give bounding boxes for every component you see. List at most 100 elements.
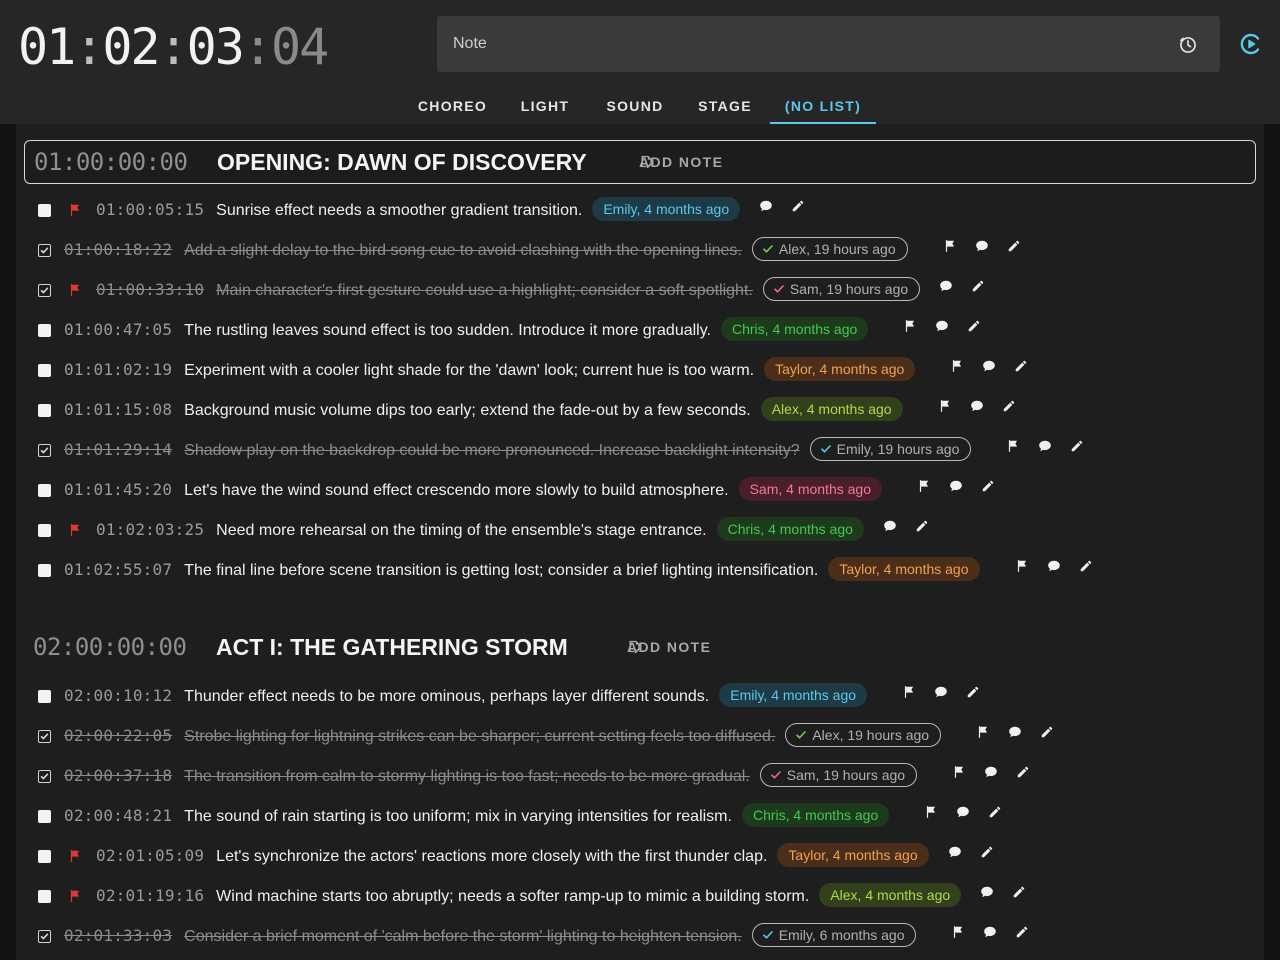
note-text[interactable]: Thunder effect needs to be more ominous,…	[184, 688, 709, 705]
comment-icon[interactable]	[971, 875, 1003, 899]
note-checkbox[interactable]	[38, 444, 51, 457]
comment-icon[interactable]	[961, 389, 993, 413]
note-text[interactable]: Main character's first gesture could use…	[216, 282, 753, 299]
note-text[interactable]: The final line before scene transition i…	[184, 562, 818, 579]
comment-icon[interactable]	[939, 835, 971, 859]
comment-icon[interactable]	[1038, 549, 1070, 573]
note-text[interactable]: Shadow play on the backdrop could be mor…	[184, 442, 800, 459]
note-text[interactable]: Let's have the wind sound effect crescen…	[184, 482, 728, 499]
note-timecode[interactable]: 01:00:18:22	[64, 240, 172, 259]
note-checkbox[interactable]	[38, 524, 51, 537]
flag-icon[interactable]	[894, 309, 926, 333]
tab-stage[interactable]: STAGE	[691, 88, 759, 124]
note-timecode[interactable]: 01:02:55:07	[64, 560, 172, 579]
flag-icon[interactable]	[941, 349, 973, 373]
note-checkbox[interactable]	[38, 564, 51, 577]
flag-icon[interactable]	[967, 715, 999, 739]
note-text[interactable]: The rustling leaves sound effect is too …	[184, 322, 711, 339]
note-timecode[interactable]: 02:01:33:03	[64, 926, 172, 945]
note-checkbox[interactable]	[38, 770, 51, 783]
note-checkbox[interactable]	[38, 244, 51, 257]
note-timecode[interactable]: 01:00:33:10	[96, 280, 204, 299]
note-checkbox[interactable]	[38, 930, 51, 943]
edit-pencil-icon[interactable]	[1005, 349, 1037, 373]
comment-icon[interactable]	[947, 795, 979, 819]
note-text[interactable]: Strobe lighting for lightning strikes ca…	[184, 728, 775, 745]
flag-icon[interactable]	[68, 889, 82, 903]
edit-pencil-icon[interactable]	[993, 389, 1025, 413]
comment-icon[interactable]	[926, 309, 958, 333]
note-input[interactable]	[437, 16, 1157, 72]
note-text[interactable]: Background music volume dips too early; …	[184, 402, 751, 419]
flag-icon[interactable]	[68, 283, 82, 297]
note-timecode[interactable]: 01:00:05:15	[96, 200, 204, 219]
edit-pencil-icon[interactable]	[958, 309, 990, 333]
note-timecode[interactable]: 02:01:05:09	[96, 846, 204, 865]
comment-icon[interactable]	[925, 675, 957, 699]
note-text[interactable]: Wind machine starts too abruptly; needs …	[216, 888, 809, 905]
edit-pencil-icon[interactable]	[962, 269, 994, 293]
flag-icon[interactable]	[934, 229, 966, 253]
note-timecode[interactable]: 01:02:03:25	[96, 520, 204, 539]
edit-pencil-icon[interactable]	[998, 229, 1030, 253]
flag-icon[interactable]	[893, 675, 925, 699]
note-timecode[interactable]: 01:00:47:05	[64, 320, 172, 339]
comment-icon[interactable]	[974, 915, 1006, 939]
flag-icon[interactable]	[68, 849, 82, 863]
note-checkbox[interactable]	[38, 690, 51, 703]
comment-icon[interactable]	[999, 715, 1031, 739]
tab-light[interactable]: LIGHT	[513, 88, 577, 124]
note-checkbox[interactable]	[38, 284, 51, 297]
edit-pencil-icon[interactable]	[972, 469, 1004, 493]
edit-pencil-icon[interactable]	[1061, 429, 1093, 453]
comment-icon[interactable]	[975, 755, 1007, 779]
edit-pencil-icon[interactable]	[957, 675, 989, 699]
flag-icon[interactable]	[997, 429, 1029, 453]
note-timecode[interactable]: 01:01:15:08	[64, 400, 172, 419]
comment-icon[interactable]	[874, 509, 906, 533]
note-checkbox[interactable]	[38, 404, 51, 417]
comment-icon[interactable]	[1029, 429, 1061, 453]
comment-icon[interactable]	[966, 229, 998, 253]
note-checkbox[interactable]	[38, 890, 51, 903]
edit-pencil-icon[interactable]	[782, 189, 814, 213]
note-timecode[interactable]: 02:00:10:12	[64, 686, 172, 705]
edit-pencil-icon[interactable]	[1031, 715, 1063, 739]
note-checkbox[interactable]	[38, 324, 51, 337]
note-text[interactable]: Need more rehearsal on the timing of the…	[216, 522, 706, 539]
note-text[interactable]: The transition from calm to stormy light…	[184, 768, 750, 785]
flag-icon[interactable]	[915, 795, 947, 819]
note-timecode[interactable]: 02:00:22:05	[64, 726, 172, 745]
note-timecode[interactable]: 02:01:19:16	[96, 886, 204, 905]
edit-pencil-icon[interactable]	[1003, 875, 1035, 899]
note-checkbox[interactable]	[38, 204, 51, 217]
note-checkbox[interactable]	[38, 730, 51, 743]
note-timecode[interactable]: 02:00:37:18	[64, 766, 172, 785]
flag-icon[interactable]	[943, 755, 975, 779]
flag-icon[interactable]	[1006, 549, 1038, 573]
comment-icon[interactable]	[973, 349, 1005, 373]
note-checkbox[interactable]	[38, 850, 51, 863]
note-text[interactable]: Sunrise effect needs a smoother gradient…	[216, 202, 582, 219]
edit-pencil-icon[interactable]	[979, 795, 1011, 819]
add-note-button[interactable]: ADD NOTE	[601, 626, 711, 668]
edit-pencil-icon[interactable]	[1006, 915, 1038, 939]
add-note-button[interactable]: ADD NOTE	[613, 141, 723, 183]
note-text[interactable]: Experiment with a cooler light shade for…	[184, 362, 754, 379]
comment-icon[interactable]	[750, 189, 782, 213]
note-text[interactable]: The sound of rain starting is too unifor…	[184, 808, 732, 825]
app-logo-icon[interactable]	[1239, 32, 1263, 56]
note-checkbox[interactable]	[38, 810, 51, 823]
note-text[interactable]: Add a slight delay to the bird song cue …	[184, 242, 742, 259]
tab-choreo[interactable]: CHOREO	[411, 88, 494, 124]
flag-icon[interactable]	[68, 523, 82, 537]
flag-icon[interactable]	[68, 203, 82, 217]
note-checkbox[interactable]	[38, 484, 51, 497]
edit-pencil-icon[interactable]	[1007, 755, 1039, 779]
note-timecode[interactable]: 01:01:02:19	[64, 360, 172, 379]
flag-icon[interactable]	[929, 389, 961, 413]
tab-sound[interactable]: SOUND	[599, 88, 671, 124]
note-timecode[interactable]: 01:01:45:20	[64, 480, 172, 499]
flag-icon[interactable]	[908, 469, 940, 493]
timestamp-clock-icon[interactable]	[1178, 35, 1198, 55]
